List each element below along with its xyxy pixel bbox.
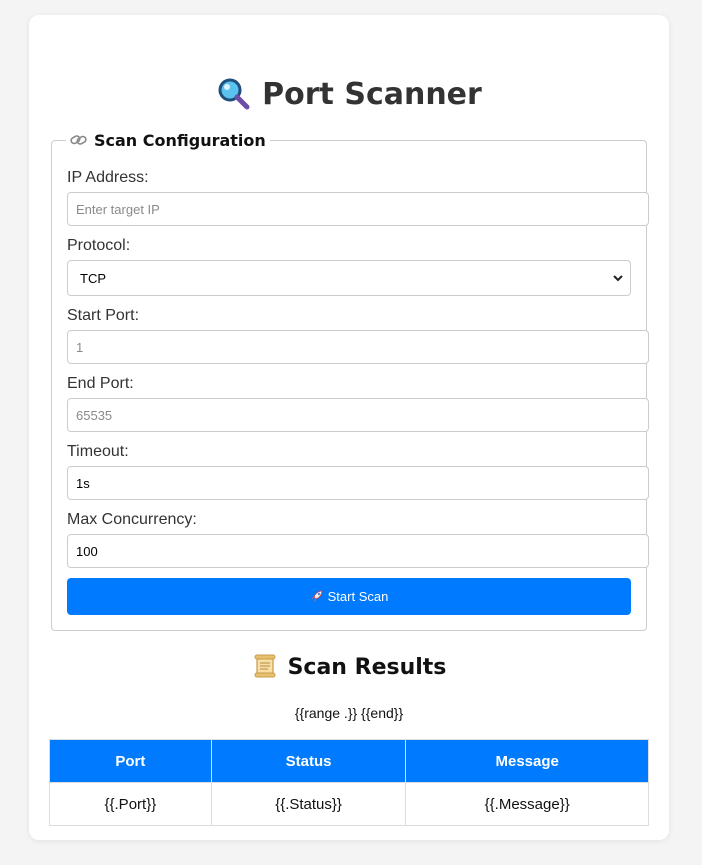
protocol-label: Protocol: (67, 237, 131, 254)
timeout-input[interactable] (67, 466, 649, 500)
concurrency-input[interactable] (67, 534, 649, 568)
scan-configuration-title: Scan Configuration (94, 131, 266, 150)
results-title: Scan Results (29, 653, 669, 683)
cell-port: {{.Port}} (49, 782, 212, 826)
cell-message: {{.Message}} (405, 782, 649, 826)
ip-input[interactable] (67, 192, 649, 226)
start-scan-button[interactable]: Start Scan (67, 578, 631, 615)
results-header-row: Port Status Message (49, 739, 649, 783)
range-template-text: {{range .}} {{end}} (294, 705, 404, 721)
scan-configuration-legend: Scan Configuration (66, 131, 270, 150)
magnifier-icon (216, 76, 250, 110)
start-port-label: Start Port: (67, 307, 140, 324)
chevron-down-icon (612, 272, 624, 284)
column-header-port: Port (49, 739, 212, 783)
page-title: Port Scanner (29, 75, 669, 115)
link-icon (70, 132, 88, 146)
cell-status: {{.Status}} (210, 782, 407, 826)
end-port-input[interactable] (67, 398, 649, 432)
protocol-select-value: TCP (80, 271, 106, 286)
results-table: Port Status Message {{.Port}} {{.Status}… (49, 739, 649, 826)
concurrency-label: Max Concurrency: (67, 511, 197, 528)
start-scan-label: Start Scan (327, 589, 389, 604)
timeout-label: Timeout: (67, 443, 129, 460)
protocol-select[interactable]: TCP (67, 260, 631, 296)
column-header-status: Status (210, 739, 407, 783)
results-title-text: Scan Results (287, 655, 447, 680)
ip-label: IP Address: (67, 169, 149, 186)
scroll-icon (252, 653, 278, 679)
page-title-text: Port Scanner (262, 77, 482, 112)
rocket-icon (310, 580, 324, 601)
start-port-input[interactable] (67, 330, 649, 364)
scanner-card: Port Scanner Scan Configuration IP Addre… (29, 15, 669, 840)
end-port-label: End Port: (67, 375, 134, 392)
column-header-message: Message (405, 739, 649, 783)
table-row: {{.Port}} {{.Status}} {{.Message}} (49, 782, 649, 826)
